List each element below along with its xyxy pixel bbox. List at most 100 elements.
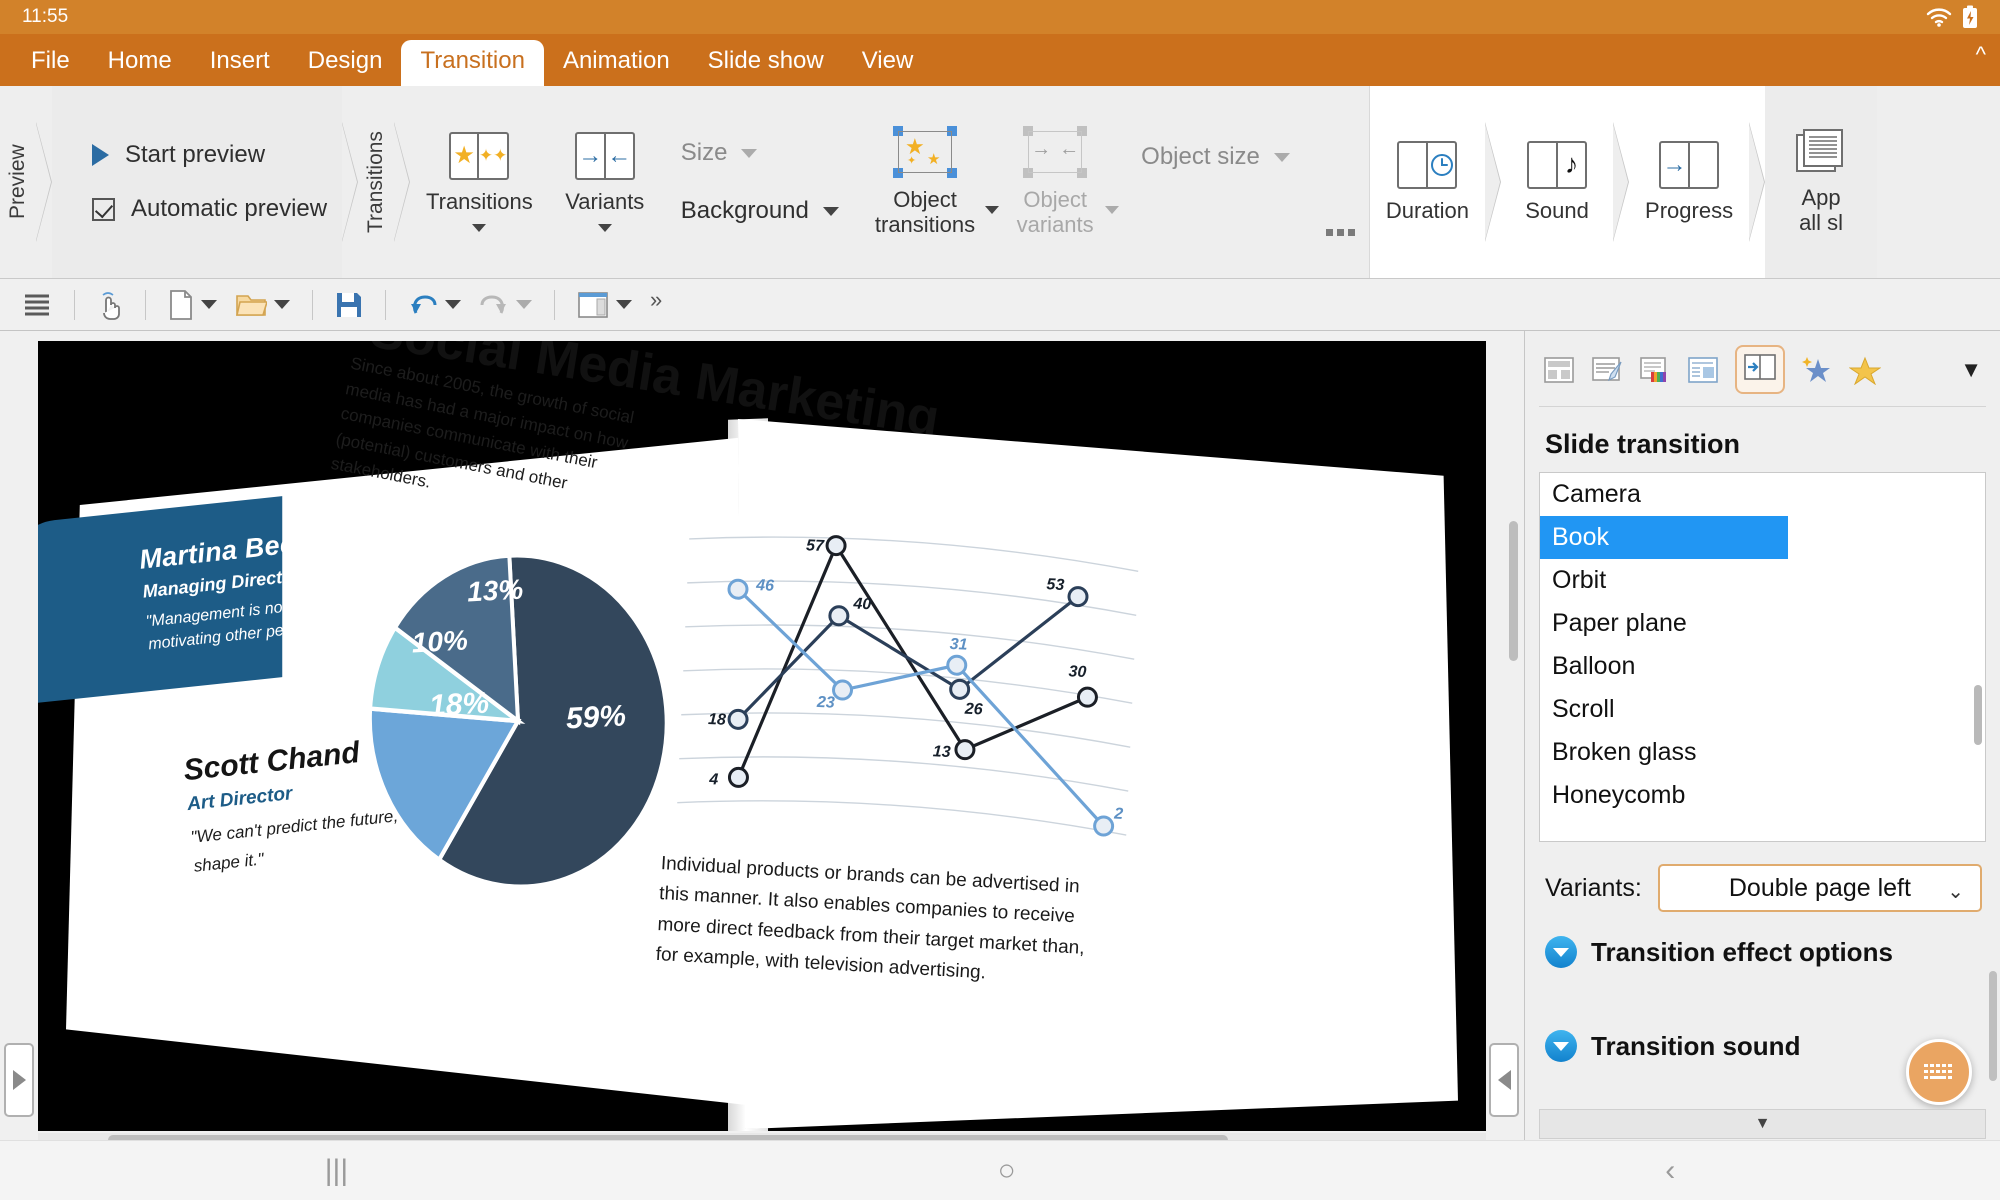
slide-transition-icon[interactable] [1735,345,1785,394]
tab-design[interactable]: Design [289,40,402,86]
status-bar-clock: 11:55 [22,6,69,27]
object-variants-icon: → ← [1023,126,1088,179]
size-dropdown[interactable]: Size [671,139,849,167]
automatic-preview-checkbox[interactable]: Automatic preview [92,195,342,223]
background-label: Background [680,197,809,224]
transition-item-balloon[interactable]: Balloon [1540,645,1985,688]
sidebar-scrollbar-thumb[interactable] [1989,971,1997,1081]
tab-home[interactable]: Home [89,40,191,86]
variants-dropdown-caret-icon[interactable] [597,224,612,233]
sound-button[interactable]: ♪ Sound [1501,86,1613,278]
object-size-dropdown: Object size [1131,143,1300,171]
save-icon[interactable] [327,287,371,323]
group-separator-chevron-icon [36,86,52,278]
object-transitions-button[interactable]: ★ ★ ✦ Object transitions [859,86,991,278]
sidebar-settings-chevron-icon[interactable]: ▼ [1960,358,1982,381]
toolbar-overflow-icon[interactable]: » [642,283,670,317]
slide-layout-icon[interactable] [1543,356,1575,384]
transition-item-orbit[interactable]: Orbit [1540,559,1985,602]
slide-design-icon[interactable] [1591,356,1623,384]
animation-icon[interactable] [1801,355,1833,385]
display-view-caret-icon[interactable] [616,300,632,309]
tab-transition[interactable]: Transition [401,40,544,86]
progress-icon: → [1659,140,1720,189]
tab-slide-show[interactable]: Slide show [689,40,843,86]
apply-all-group: App all sl [1765,86,1878,278]
recents-button[interactable]: ||| [325,1154,348,1188]
main-area: Social Media Marketing Since about 2005,… [0,331,2000,1147]
transition-item-book[interactable]: Book [1540,516,1788,559]
display-view-icon[interactable] [569,287,640,323]
object-variants-label-line1: Object [1023,187,1087,213]
transition-item-scroll[interactable]: Scroll [1540,688,1985,731]
master-slides-icon[interactable] [1687,356,1719,384]
vertical-scrollbar[interactable] [1509,521,1520,921]
slide-canvas[interactable]: Social Media Marketing Since about 2005,… [38,341,1486,1131]
automatic-preview-label: Automatic preview [131,195,328,222]
keyboard-icon[interactable] [1906,1039,1972,1105]
object-transitions-icon: ★ ★ ✦ [893,126,958,179]
group-separator-chevron-icon-5 [1613,86,1630,278]
transition-list-scrollbar-thumb[interactable] [1974,685,1982,745]
start-preview-label: Start preview [125,141,266,168]
undo-caret-icon[interactable] [445,300,461,309]
next-slide-button[interactable] [1489,1043,1519,1117]
slide-editor: Social Media Marketing Since about 2005,… [0,331,1524,1147]
undo-icon[interactable] [400,287,469,323]
variants-select[interactable]: Double page left ⌄ [1657,864,1982,912]
touch-mode-icon[interactable] [89,286,131,324]
transition-item-honeycomb[interactable]: Honeycomb [1540,774,1985,817]
new-document-icon[interactable] [160,285,225,325]
previous-slide-button[interactable] [4,1043,34,1117]
slide-colors-icon[interactable] [1639,356,1671,384]
toolbar-divider-3 [312,289,313,320]
apply-to-all-slides-button[interactable]: App all sl [1765,86,1877,278]
variants-button[interactable]: → ← Variants [549,86,661,278]
status-bar-indicators [1926,5,1978,29]
duration-icon [1397,140,1458,189]
variants-field-label: Variants: [1545,873,1642,902]
open-folder-caret-icon[interactable] [274,300,290,309]
background-dropdown[interactable]: Background [671,197,849,225]
progress-button[interactable]: → Progress [1629,86,1749,278]
apply-all-label-line2: all sl [1799,210,1844,235]
tab-insert[interactable]: Insert [191,40,289,86]
menu-icon[interactable] [14,288,60,322]
variants-icon: → ← [574,131,635,180]
transitions-button[interactable]: ★ ✦✦ Transitions [410,86,549,278]
apply-all-label-line1: App [1801,185,1841,211]
gallery-star-icon[interactable] [1849,355,1881,385]
line-label-s1-2: 13 [932,743,951,761]
sidebar-collapse-bar[interactable]: ▼ [1539,1109,1986,1139]
home-button[interactable]: ○ [998,1154,1016,1188]
expand-chevron-circle-icon [1545,936,1577,968]
tab-view[interactable]: View [843,40,933,86]
ribbon-overflow-button[interactable] [1312,229,1369,236]
back-button[interactable]: ‹ [1665,1154,1675,1188]
size-caret-icon[interactable] [741,148,758,158]
collapse-ribbon-chevron-icon[interactable]: ^ [1976,42,1986,68]
object-transitions-caret-icon[interactable] [985,206,1000,214]
background-caret-icon[interactable] [822,206,839,216]
progress-label: Progress [1645,197,1734,223]
transition-effect-options-section[interactable]: Transition effect options [1525,912,2000,968]
transition-item-camera[interactable]: Camera [1540,473,1985,516]
line-label-s1-1: 57 [806,537,826,555]
transition-item-broken-glass[interactable]: Broken glass [1540,731,1985,774]
transition-list[interactable]: Camera Book Orbit Paper plane Balloon Sc… [1539,472,1986,842]
variants-row: Variants: Double page left ⌄ [1525,842,2000,912]
book-illustration: Social Media Marketing Since about 2005,… [38,341,1486,1131]
transitions-dropdown-caret-icon[interactable] [472,224,487,233]
new-document-caret-icon[interactable] [201,300,217,309]
pie-label-10: 10% [411,625,469,659]
sound-icon: ♪ [1527,140,1588,189]
size-label: Size [680,139,728,166]
tab-file[interactable]: File [12,40,89,86]
open-folder-icon[interactable] [227,287,298,323]
start-preview-button[interactable]: Start preview [92,141,342,169]
vertical-scrollbar-thumb[interactable] [1509,521,1518,661]
duration-button[interactable]: Duration [1370,86,1485,278]
tab-animation[interactable]: Animation [544,40,689,86]
pie-label-13: 13% [466,574,524,608]
transition-item-paper-plane[interactable]: Paper plane [1540,602,1985,645]
